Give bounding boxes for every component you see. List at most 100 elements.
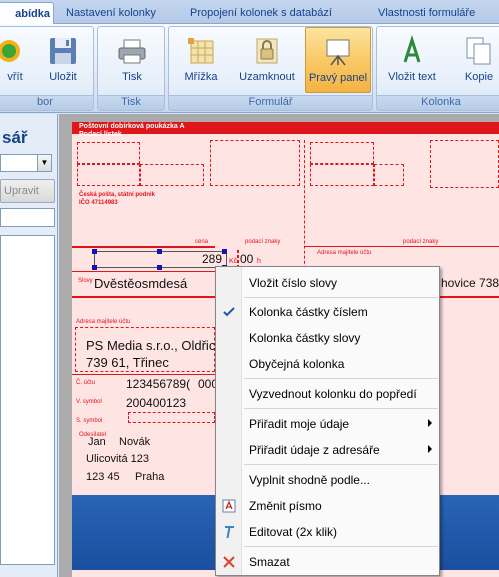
- save-button[interactable]: Uložit: [39, 31, 87, 91]
- lock-button[interactable]: Uzamknout: [235, 31, 299, 91]
- menu-item-assign-address-book[interactable]: Přiřadit údaje z adresáře: [216, 439, 439, 461]
- ico-text: IČO 47114983: [79, 200, 118, 206]
- menu-separator: [244, 464, 438, 465]
- right-panel-button[interactable]: Pravý panel: [305, 27, 371, 93]
- form-rule: [305, 246, 499, 247]
- font-icon: [222, 499, 236, 513]
- stamp-box: [77, 164, 140, 186]
- submenu-arrow-icon: [428, 419, 432, 427]
- company-name: PS Media s.r.o., Oldřich: [86, 338, 223, 353]
- stamp-box: [310, 164, 374, 186]
- save-label: Uložit: [49, 71, 77, 83]
- group-print-label: Tisk: [98, 95, 164, 110]
- stamp-box: [77, 142, 140, 164]
- cents-value: 00: [240, 252, 254, 266]
- menu-item-assign-my-data[interactable]: Přiřadit moje údaje: [216, 413, 439, 435]
- menu-item-label: Kolonka částky číslem: [249, 305, 368, 319]
- post-name: Česká pošta, státní podnik: [79, 192, 156, 198]
- menu-item-amount-words-field[interactable]: Kolonka částky slovy: [216, 327, 439, 349]
- cents-label: h: [257, 258, 261, 265]
- menu-item-change-font[interactable]: Změnit písmo: [216, 495, 439, 517]
- resize-handle[interactable]: [157, 249, 162, 254]
- form-rule: [72, 271, 215, 272]
- edit-button[interactable]: Upravit: [0, 179, 55, 203]
- variable-symbol-label: V. symbol: [76, 399, 102, 405]
- right-address-label: Adresa majitele účtu: [317, 250, 372, 256]
- left-pane-title: sář: [2, 128, 28, 147]
- menu-separator: [244, 378, 438, 379]
- open-button[interactable]: vřít: [0, 31, 33, 91]
- resize-handle[interactable]: [157, 265, 162, 270]
- words-label: Slovy: [78, 278, 93, 284]
- easel-icon: [326, 39, 350, 66]
- tab-field-database-links[interactable]: Propojení kolonek s databází: [190, 2, 332, 24]
- stamp-box: [430, 140, 499, 188]
- insert-text-button[interactable]: Vložit text: [382, 31, 442, 91]
- submenu-arrow-icon: [428, 445, 432, 453]
- copy-icon: [466, 37, 491, 65]
- resize-handle[interactable]: [222, 249, 227, 254]
- check-icon: [223, 307, 235, 317]
- right-panel-label: Pravý panel: [308, 72, 368, 84]
- menu-item-fill-same[interactable]: Vyplnit shodně podle...: [216, 469, 439, 491]
- open-label: vřít: [7, 71, 23, 83]
- stamp-box: [140, 164, 204, 186]
- specific-symbol-label: S. symbol: [76, 418, 103, 424]
- grid-label: Mřížka: [184, 71, 218, 83]
- menu-item-bring-to-front[interactable]: Vyzvednout kolonku do popředí: [216, 383, 439, 405]
- menu-item-label: Vyzvednout kolonku do popředí: [249, 387, 417, 401]
- menu-item-label: Smazat: [249, 555, 290, 569]
- tab-home[interactable]: abídka: [0, 2, 54, 24]
- tab-form-properties[interactable]: Vlastnosti formuláře: [378, 2, 475, 24]
- resize-handle[interactable]: [92, 249, 97, 254]
- menu-item-label: Přiřadit moje údaje: [249, 417, 350, 431]
- floppy-disk-icon: [50, 38, 76, 64]
- print-button[interactable]: Tisk: [108, 31, 156, 91]
- last-name: Novák: [119, 436, 151, 448]
- menu-item-insert-amount-words[interactable]: Vložit číslo slovy: [216, 272, 439, 294]
- menu-item-label: Obyčejná kolonka: [249, 357, 345, 371]
- menu-item-plain-field[interactable]: Obyčejná kolonka: [216, 353, 439, 375]
- menu-item-label: Kolonka částky slovy: [249, 331, 361, 345]
- grid-button[interactable]: Mřížka: [179, 31, 223, 91]
- lock-label: Uzamknout: [239, 71, 295, 83]
- street: Ulicovitá 123: [86, 453, 149, 465]
- chevron-down-icon[interactable]: ▼: [37, 155, 51, 171]
- printer-icon: [118, 39, 146, 64]
- menu-item-edit[interactable]: Editovat (2x klik): [216, 521, 439, 543]
- edit-text-icon: [225, 526, 234, 539]
- lock-icon: [256, 38, 278, 64]
- form-rule: [72, 374, 215, 375]
- copy-label: Kopie: [464, 71, 494, 83]
- specific-symbol-field: [128, 412, 215, 423]
- right-city: hovice 738: [441, 276, 499, 290]
- zip-code: 123 45: [86, 471, 120, 483]
- menu-item-label: Změnit písmo: [249, 499, 322, 513]
- stamp-box: [210, 140, 300, 186]
- menu-item-label: Přiřadit údaje z adresáře: [249, 443, 380, 457]
- form-select[interactable]: ▼: [0, 154, 52, 172]
- menu-item-amount-number-field[interactable]: Kolonka částky číslem: [216, 301, 439, 323]
- account-label: Č. účtu: [76, 380, 96, 386]
- open-icon: [0, 40, 20, 62]
- price-label: cena: [195, 239, 209, 245]
- menu-item-delete[interactable]: Smazat: [216, 551, 439, 573]
- delete-icon: [223, 556, 235, 568]
- tab-field-settings[interactable]: Nastavení kolonky: [66, 2, 156, 24]
- resize-handle[interactable]: [92, 265, 97, 270]
- copy-button[interactable]: Kopie: [457, 31, 499, 91]
- ribbon-tab-bar: abídka Nastavení kolonky Propojení kolon…: [0, 0, 499, 24]
- group-file-label: bor: [0, 95, 93, 110]
- ribbon: vřít Uložit bor Tisk Tisk Mřížka Uzamkno…: [0, 24, 499, 113]
- group-form-label: Formulář: [169, 95, 372, 110]
- amount-words: Dvěstěosmdesá: [94, 276, 188, 291]
- stamp-box: [374, 164, 404, 186]
- left-pane-list[interactable]: [0, 235, 55, 565]
- variable-symbol: 200400123: [126, 396, 187, 410]
- group-print: Tisk Tisk: [97, 26, 165, 111]
- left-pane-input[interactable]: [0, 208, 55, 227]
- menu-separator: [244, 297, 438, 298]
- grid-icon: [188, 38, 214, 64]
- stamp-box: [310, 142, 374, 164]
- context-menu: Vložit číslo slovy Kolonka částky číslem…: [215, 266, 440, 576]
